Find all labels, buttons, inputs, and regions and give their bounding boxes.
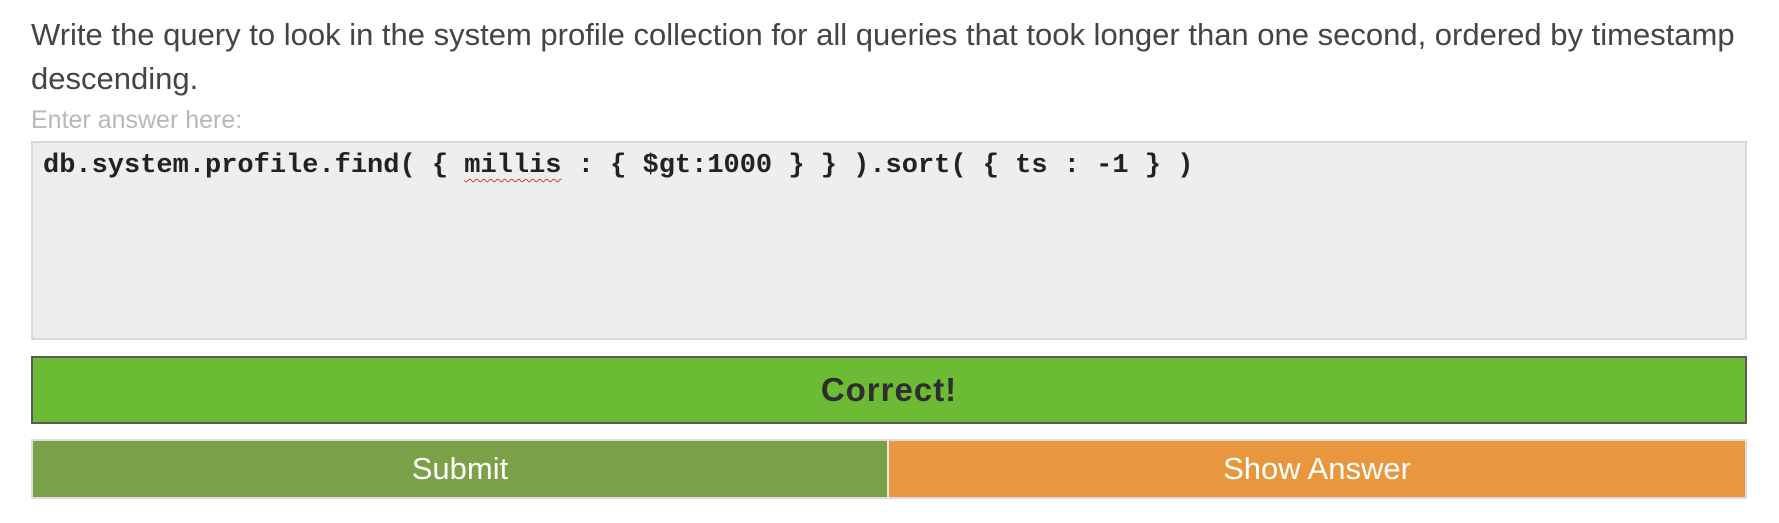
quiz-card: Write the query to look in the system pr… [31,0,1747,499]
code-segment-before: db.system.profile.find( { [43,151,465,181]
show-answer-button[interactable]: Show Answer [889,439,1747,499]
question-text: Write the query to look in the system pr… [31,17,1735,96]
result-banner: Correct! [31,356,1747,424]
answer-label: Enter answer here: [31,106,243,134]
button-row: Submit Show Answer [31,439,1747,499]
submit-button[interactable]: Submit [31,439,889,499]
answer-textarea[interactable]: db.system.profile.find( { millis : { $gt… [31,141,1747,340]
answer-code[interactable]: db.system.profile.find( { millis : { $gt… [43,149,1735,183]
misspelled-word: millis [464,151,562,181]
code-segment-after: : { $gt:1000 } } ).sort( { ts : -1 } ) [561,151,1194,181]
